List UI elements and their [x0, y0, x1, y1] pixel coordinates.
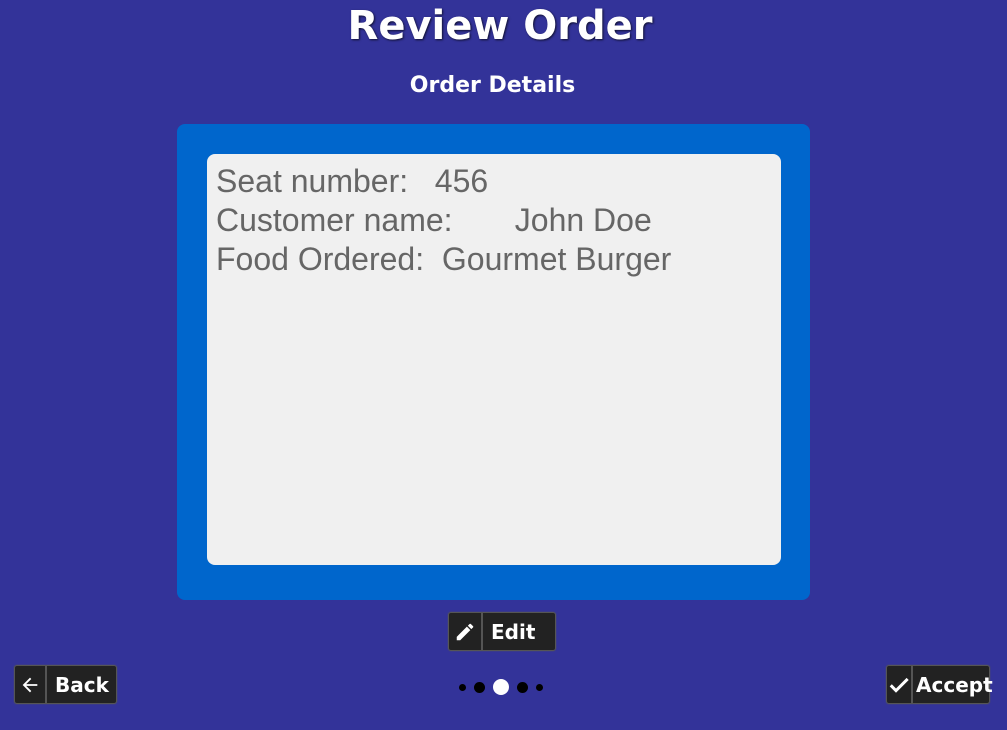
order-details-text: Seat number: 456 Customer name: John Doe… — [216, 162, 671, 279]
order-details-box: Seat number: 456 Customer name: John Doe… — [207, 154, 781, 565]
page-dot[interactable] — [474, 681, 485, 693]
arrow-left-icon — [15, 666, 47, 703]
seat-number-label: Seat number: — [216, 163, 409, 199]
food-ordered-value: Gourmet Burger — [441, 241, 672, 277]
section-subtitle: Order Details — [409, 73, 576, 98]
edit-button[interactable]: Edit — [448, 612, 556, 651]
page-title: Review Order — [347, 3, 653, 49]
pencil-icon — [449, 613, 483, 650]
food-ordered-label: Food Ordered: — [216, 241, 425, 277]
page-dot[interactable] — [536, 683, 543, 691]
back-button[interactable]: Back — [14, 665, 117, 704]
page-indicator — [455, 677, 555, 697]
edit-button-label: Edit — [491, 619, 536, 644]
seat-number-value: 456 — [434, 163, 489, 199]
accept-button[interactable]: Accept — [886, 665, 993, 704]
page-dot-active[interactable] — [493, 679, 509, 695]
checkmark-icon — [887, 666, 913, 703]
accept-button-label: Accept — [916, 672, 993, 697]
back-button-label: Back — [55, 672, 109, 697]
customer-name-label: Customer name: — [216, 202, 453, 238]
page-dot[interactable] — [517, 681, 528, 693]
customer-name-value: John Doe — [514, 202, 652, 238]
page-dot[interactable] — [459, 683, 466, 691]
order-details-panel: Seat number: 456 Customer name: John Doe… — [177, 124, 810, 600]
